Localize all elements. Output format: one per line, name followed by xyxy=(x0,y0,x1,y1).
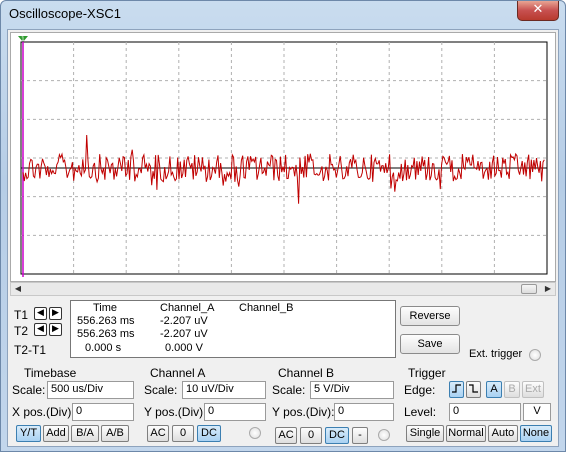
scope-screen: 1 xyxy=(18,36,548,277)
trigger-level-unit[interactable]: V xyxy=(523,403,551,421)
cursor-readout: Time Channel_A Channel_B 556.263 ms -2.2… xyxy=(70,300,396,358)
channel-a-scale-label: Scale: xyxy=(144,383,178,397)
trigger-title: Trigger xyxy=(408,366,446,380)
falling-edge-icon[interactable] xyxy=(466,381,481,398)
timebase-scale-field[interactable]: 500 us/Div xyxy=(47,381,134,399)
rising-edge-icon[interactable] xyxy=(449,381,464,398)
timebase-section: Timebase Scale: 500 us/Div X pos.(Div): … xyxy=(12,366,140,446)
trigger-normal-button[interactable]: Normal xyxy=(446,425,486,442)
cursor-panel: T1 ◀ ▶ T2 ◀ ▶ T2-T1 Time Channel_A Chann… xyxy=(8,300,560,364)
t1-left-arrow-icon[interactable]: ◀ xyxy=(34,307,47,320)
trigger-auto-button[interactable]: Auto xyxy=(488,425,518,442)
oscilloscope-window: Oscilloscope-XSC1 ✕ 1 ◀ ▶ T1 ◀ ▶ T2 ◀ ▶ xyxy=(0,0,566,452)
trigger-source-ext-button[interactable]: Ext xyxy=(522,381,544,398)
channel-b-zero-button[interactable]: 0 xyxy=(300,427,322,444)
readout-t1-time: 556.263 ms xyxy=(77,315,135,327)
ext-trigger-label: Ext. trigger xyxy=(469,348,523,360)
channel-b-ypos-field[interactable]: 0 xyxy=(334,403,394,421)
channel-b-section: Channel B Scale: 5 V/Div Y pos.(Div): 0 … xyxy=(272,366,400,446)
timebase-scale-label: Scale: xyxy=(12,383,46,397)
scroll-thumb[interactable] xyxy=(521,284,537,294)
readout-t2-time: 556.263 ms xyxy=(77,328,135,340)
channel-b-dc-button[interactable]: DC xyxy=(325,427,349,444)
readout-header-channel-a: Channel_A xyxy=(160,302,215,314)
readout-header-channel-b: Channel_B xyxy=(239,302,294,314)
channel-a-dc-button[interactable]: DC xyxy=(197,425,221,442)
channel-a-title: Channel A xyxy=(150,366,206,380)
trigger-level-field[interactable]: 0 xyxy=(449,403,521,421)
channel-a-ypos-field[interactable]: 0 xyxy=(204,403,266,421)
timebase-xpos-label: X pos.(Div): xyxy=(12,405,75,419)
t2-t1-label: T2-T1 xyxy=(14,343,47,357)
readout-t2-channel-a: -2.207 uV xyxy=(160,328,208,340)
horizontal-scrollbar[interactable]: ◀ ▶ xyxy=(10,282,556,296)
trigger-section: Trigger Edge: A B Ext Level: 0 V Single … xyxy=(402,366,558,446)
trigger-single-button[interactable]: Single xyxy=(406,425,444,442)
readout-header-time: Time xyxy=(93,302,118,314)
trigger-source-a-button[interactable]: A xyxy=(486,381,502,398)
window-title: Oscilloscope-XSC1 xyxy=(9,6,121,21)
ext-trigger-terminal[interactable] xyxy=(529,349,541,361)
channel-a-ac-button[interactable]: AC xyxy=(147,425,169,442)
channel-b-ypos-label: Y pos.(Div): xyxy=(272,405,335,419)
channel-b-scale-label: Scale: xyxy=(272,383,306,397)
t1-label: T1 xyxy=(14,308,29,322)
cursor-t1-handle-label: 1 xyxy=(21,36,25,43)
oscilloscope-display: 1 xyxy=(10,32,556,282)
channel-a-scale-field[interactable]: 10 uV/Div xyxy=(182,381,266,399)
trigger-edge-label: Edge: xyxy=(404,383,436,397)
reverse-button[interactable]: Reverse xyxy=(400,306,460,326)
t1-right-arrow-icon[interactable]: ▶ xyxy=(49,307,62,320)
channel-a-section: Channel A Scale: 10 uV/Div Y pos.(Div): … xyxy=(144,366,272,446)
t2-left-arrow-icon[interactable]: ◀ xyxy=(34,323,47,336)
save-button[interactable]: Save xyxy=(400,334,460,354)
readout-delta-channel-a: 0.000 V xyxy=(165,342,203,354)
ba-mode-button[interactable]: B/A xyxy=(71,425,99,442)
channel-b-minus-button[interactable]: - xyxy=(352,427,368,444)
t2-label: T2 xyxy=(14,324,29,338)
channel-a-zero-button[interactable]: 0 xyxy=(172,425,194,442)
channel-b-scale-field[interactable]: 5 V/Div xyxy=(310,381,394,399)
readout-delta-time: 0.000 s xyxy=(85,342,122,354)
title-bar[interactable]: Oscilloscope-XSC1 ✕ xyxy=(1,1,565,29)
readout-t1-channel-a: -2.207 uV xyxy=(160,315,208,327)
channel-a-ypos-label: Y pos.(Div): xyxy=(144,405,207,419)
client-area: 1 ◀ ▶ T1 ◀ ▶ T2 ◀ ▶ T2-T1 Time Channel_A… xyxy=(7,29,559,447)
t2-right-arrow-icon[interactable]: ▶ xyxy=(49,323,62,336)
trigger-level-label: Level: xyxy=(404,405,437,419)
add-mode-button[interactable]: Add xyxy=(43,425,69,442)
timebase-title: Timebase xyxy=(24,366,77,380)
channel-b-ac-button[interactable]: AC xyxy=(275,427,297,444)
timebase-xpos-field[interactable]: 0 xyxy=(72,403,134,421)
trigger-source-b-button[interactable]: B xyxy=(504,381,520,398)
yt-mode-button[interactable]: Y/T xyxy=(16,425,41,442)
scroll-right-icon[interactable]: ▶ xyxy=(541,283,555,295)
ab-mode-button[interactable]: A/B xyxy=(101,425,129,442)
trigger-none-button[interactable]: None xyxy=(520,425,552,442)
scroll-left-icon[interactable]: ◀ xyxy=(11,283,25,295)
channel-b-terminal[interactable] xyxy=(378,429,390,441)
channel-b-title: Channel B xyxy=(278,366,335,380)
close-button[interactable]: ✕ xyxy=(517,1,559,21)
channel-a-terminal[interactable] xyxy=(249,427,261,439)
